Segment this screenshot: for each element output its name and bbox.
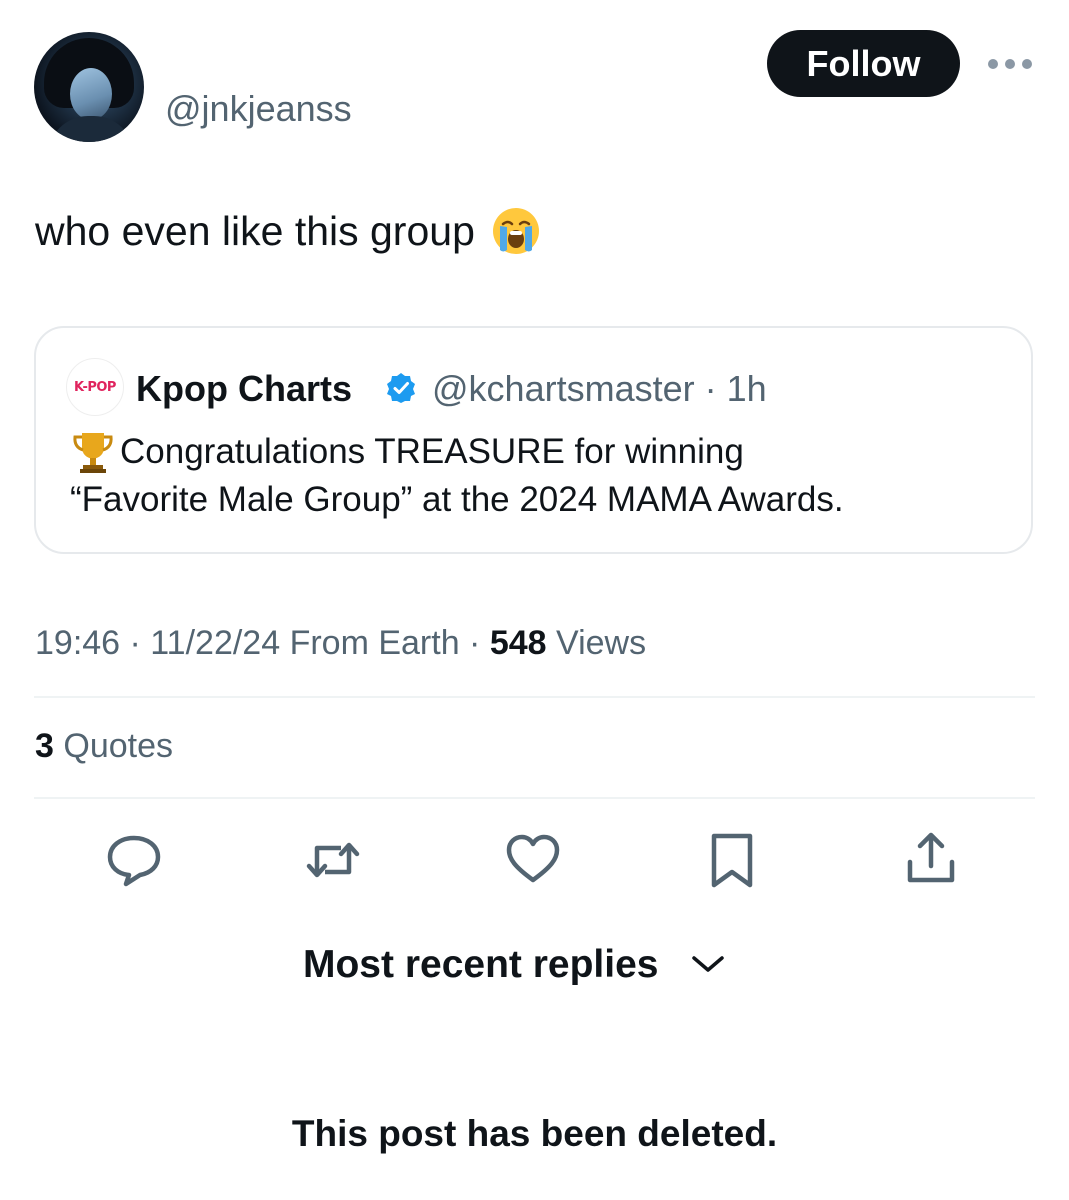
divider [34, 797, 1035, 799]
tweet-meta: 19:46 · 11/22/24 From Earth · 548 Views [35, 624, 646, 663]
quoted-handle-time: @kchartsmaster · 1h [432, 368, 767, 409]
quoted-account-name[interactable]: Kpop Charts [136, 368, 352, 410]
kpop-logo: K-POP [74, 379, 116, 395]
views-label: Views [546, 624, 647, 662]
tweet-text-content: who even like this group [35, 207, 475, 254]
quoted-text-line1: Congratulations TREASURE for winning [120, 432, 744, 471]
retweet-icon[interactable] [303, 830, 363, 890]
quoted-account-avatar[interactable]: K-POP [66, 358, 124, 416]
quotes-label: Quotes [53, 727, 173, 765]
views-count: 548 [489, 624, 547, 662]
divider [34, 696, 1035, 698]
quotes-count: 3 [35, 727, 54, 765]
dot [1005, 59, 1015, 69]
reply-icon[interactable] [104, 830, 164, 890]
quoted-text-line2: “Favorite Male Group” at the 2024 MAMA A… [70, 480, 844, 519]
verified-badge-icon [387, 373, 415, 403]
avatar[interactable] [34, 32, 144, 142]
timestamp: 19:46 · 11/22/24 From Earth · [35, 624, 490, 662]
deleted-post-notice: This post has been deleted. [291, 1113, 778, 1154]
more-options-icon[interactable] [988, 58, 1032, 70]
replies-sort-dropdown[interactable]: Most recent replies [303, 943, 728, 987]
trophy-icon [73, 433, 113, 473]
avatar-face [70, 68, 112, 120]
dot [1022, 59, 1032, 69]
quoted-tweet-card[interactable]: K-POP Kpop Charts @kchartsmaster · 1h Co… [34, 326, 1033, 554]
tweet-text: who even like this group [35, 206, 541, 256]
avatar-shoulder [48, 116, 134, 142]
follow-button[interactable]: Follow [767, 30, 960, 97]
quoted-tweet-text: Congratulations TREASURE for winning “Fa… [70, 428, 1020, 524]
replies-sort-label: Most recent replies [303, 943, 659, 986]
quotes-link[interactable]: 3 Quotes [35, 727, 173, 766]
like-icon[interactable] [503, 830, 563, 890]
dot [988, 59, 998, 69]
loudly-crying-face-icon [492, 208, 539, 254]
chevron-down-icon [692, 956, 725, 972]
share-icon[interactable] [901, 830, 961, 890]
bookmark-icon[interactable] [702, 830, 762, 890]
author-handle[interactable]: @jnkjeanss [165, 88, 352, 130]
